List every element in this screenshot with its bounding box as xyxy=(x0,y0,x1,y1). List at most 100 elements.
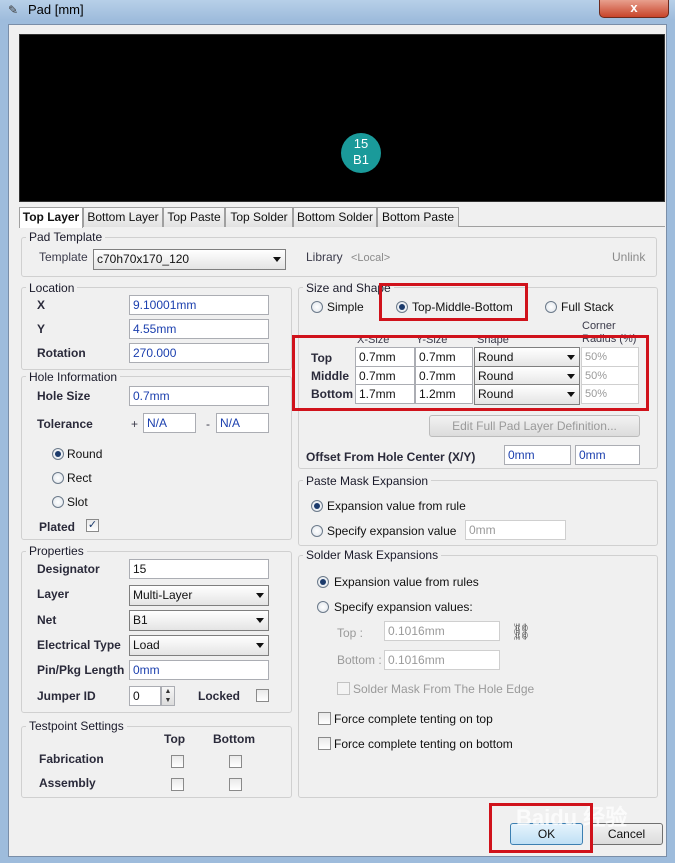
simple-radio[interactable] xyxy=(311,301,323,313)
layer-select-value: Multi-Layer xyxy=(133,588,193,602)
pad-preview-canvas[interactable]: 15 B1 xyxy=(19,34,665,202)
template-label: Template xyxy=(39,250,88,264)
pad-shape: 15 B1 xyxy=(341,133,381,173)
tolerance-plus-field[interactable]: N/A xyxy=(143,413,196,433)
solder-top-label: Top : xyxy=(337,626,364,640)
chevron-down-icon xyxy=(256,643,264,648)
solder-top-field[interactable]: 0.1016mm xyxy=(384,621,500,641)
rotation-field[interactable]: 270.000 xyxy=(129,343,269,363)
jumper-id-field[interactable]: 0 xyxy=(129,686,161,706)
tab-top-layer[interactable]: Top Layer xyxy=(19,207,83,228)
tent-top-checkbox[interactable] xyxy=(318,712,331,725)
rotation-label: Rotation xyxy=(37,346,86,360)
paste-value-field[interactable]: 0mm xyxy=(465,520,566,540)
annotation-box-ok xyxy=(489,803,593,853)
fabrication-top-checkbox[interactable] xyxy=(171,755,184,768)
pad-net-text: B1 xyxy=(353,152,369,167)
slot-radio[interactable] xyxy=(52,496,64,508)
solder-mask-group xyxy=(298,555,658,798)
chevron-down-icon xyxy=(256,618,264,623)
full-stack-radio[interactable] xyxy=(545,301,557,313)
solder-specify-label: Specify expansion values: xyxy=(334,600,473,614)
window-titlebar: ✎ Pad [mm] x xyxy=(0,0,675,20)
slot-label: Slot xyxy=(67,495,88,509)
solder-bottom-label: Bottom : xyxy=(337,653,382,667)
tent-bottom-label: Force complete tenting on bottom xyxy=(334,737,513,751)
corner-header: Corner xyxy=(582,320,616,332)
rect-label: Rect xyxy=(67,471,92,485)
y-label: Y xyxy=(37,322,46,336)
chevron-down-icon xyxy=(256,593,264,598)
paste-rule-label: Expansion value from rule xyxy=(327,499,466,513)
paste-specify-label: Specify expansion value xyxy=(327,524,457,538)
hole-size-field[interactable]: 0.7mm xyxy=(129,386,269,406)
unlink-link[interactable]: Unlink xyxy=(612,250,645,264)
layer-select[interactable]: Multi-Layer xyxy=(129,585,269,606)
pad-template-title: Pad Template xyxy=(26,230,106,244)
x-field[interactable]: 9.10001mm xyxy=(129,295,269,315)
assembly-top-checkbox[interactable] xyxy=(171,778,184,791)
assembly-bottom-checkbox[interactable] xyxy=(229,778,242,791)
edit-full-pad-layer-button[interactable]: Edit Full Pad Layer Definition... xyxy=(429,415,640,437)
pin-pkg-length-label: Pin/Pkg Length xyxy=(37,663,125,677)
y-field[interactable]: 4.55mm xyxy=(129,319,269,339)
round-radio[interactable] xyxy=(52,448,64,460)
electrical-type-label: Electrical Type xyxy=(37,638,121,652)
annotation-box-sizes xyxy=(292,335,649,411)
full-stack-label: Full Stack xyxy=(561,300,614,314)
jumper-id-label: Jumper ID xyxy=(37,689,96,703)
fabrication-label: Fabrication xyxy=(39,752,104,766)
designator-field[interactable]: 15 xyxy=(129,559,269,579)
tent-bottom-checkbox[interactable] xyxy=(318,737,331,750)
paste-rule-radio[interactable] xyxy=(311,500,323,512)
solder-specify-radio[interactable] xyxy=(317,601,329,613)
testpoint-bottom-header: Bottom xyxy=(213,732,255,746)
x-label: X xyxy=(37,298,46,312)
hole-edge-label: Solder Mask From The Hole Edge xyxy=(353,682,535,696)
library-label: Library xyxy=(306,250,343,264)
hole-size-label: Hole Size xyxy=(37,389,91,403)
tab-bottom-layer[interactable]: Bottom Layer xyxy=(83,207,163,227)
hole-info-title: Hole Information xyxy=(26,370,121,384)
tab-bottom-paste[interactable]: Bottom Paste xyxy=(377,207,459,227)
locked-label: Locked xyxy=(198,689,241,703)
paste-specify-radio[interactable] xyxy=(311,525,323,537)
tolerance-minus-sign: - xyxy=(206,417,210,431)
jumper-id-spinner[interactable]: ▲ ▼ xyxy=(161,686,175,706)
close-button[interactable]: x xyxy=(599,0,669,18)
pin-pkg-length-field[interactable]: 0mm xyxy=(129,660,269,680)
tab-top-paste[interactable]: Top Paste xyxy=(163,207,225,227)
link-chain-icon[interactable]: ⛓ xyxy=(511,625,531,641)
testpoint-title: Testpoint Settings xyxy=(26,719,127,733)
tab-top-solder[interactable]: Top Solder xyxy=(225,207,293,227)
simple-label: Simple xyxy=(327,300,364,314)
electrical-type-value: Load xyxy=(133,638,160,652)
net-select[interactable]: B1 xyxy=(129,610,269,631)
offset-x-field[interactable]: 0mm xyxy=(504,445,571,465)
fabrication-bottom-checkbox[interactable] xyxy=(229,755,242,768)
hole-edge-checkbox[interactable] xyxy=(337,682,350,695)
tent-top-label: Force complete tenting on top xyxy=(334,712,493,726)
template-select[interactable]: c70h70x170_120 xyxy=(93,249,286,270)
net-label: Net xyxy=(37,613,57,627)
plated-label: Plated xyxy=(39,520,76,534)
round-label: Round xyxy=(67,447,103,461)
library-value: <Local> xyxy=(351,252,391,264)
annotation-box-tmb xyxy=(379,283,528,321)
tolerance-plus-sign: + xyxy=(131,417,139,431)
solder-bottom-field[interactable]: 0.1016mm xyxy=(384,650,500,670)
tolerance-label: Tolerance xyxy=(37,417,93,431)
assembly-label: Assembly xyxy=(39,776,96,790)
tolerance-minus-field[interactable]: N/A xyxy=(216,413,269,433)
chevron-down-icon xyxy=(273,257,281,262)
template-select-value: c70h70x170_120 xyxy=(97,252,190,266)
layer-label: Layer xyxy=(37,587,70,601)
solder-rule-radio[interactable] xyxy=(317,576,329,588)
testpoint-top-header: Top xyxy=(164,732,186,746)
offset-y-field[interactable]: 0mm xyxy=(575,445,640,465)
plated-checkbox[interactable]: ✓ xyxy=(86,519,99,532)
tab-bottom-solder[interactable]: Bottom Solder xyxy=(293,207,377,227)
locked-checkbox[interactable] xyxy=(256,689,269,702)
electrical-type-select[interactable]: Load xyxy=(129,635,269,656)
rect-radio[interactable] xyxy=(52,472,64,484)
